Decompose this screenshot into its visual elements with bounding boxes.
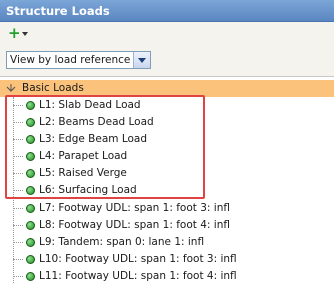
plus-icon: +: [8, 24, 21, 42]
chevron-down-icon[interactable]: [133, 52, 150, 68]
load-bullet-icon: [26, 221, 35, 230]
tree-item-label: L9: Tandem: span 0: lane 1: infl: [39, 236, 205, 248]
tree-item-label: L10: Footway UDL: span 1: foot 3: infl: [39, 253, 237, 265]
panel-title-bar: Structure Loads: [0, 0, 334, 22]
tree-item-label: L7: Footway UDL: span 1: foot 3: infl: [39, 202, 230, 214]
view-select-bar: View by load reference: [0, 46, 334, 76]
load-bullet-icon: [26, 255, 35, 264]
tree-item[interactable]: L8: Footway UDL: span 1: foot 4: infl: [0, 217, 334, 234]
collapse-icon[interactable]: [6, 84, 16, 94]
load-bullet-icon: [26, 204, 35, 213]
load-bullet-icon: [26, 272, 35, 281]
view-mode-value: View by load reference: [10, 54, 131, 66]
tree-group-label: Basic Loads: [22, 82, 84, 94]
tree-item-label: L11: Footway UDL: span 1: foot 4: infl: [39, 270, 237, 282]
load-bullet-icon: [26, 238, 35, 247]
dropdown-arrow-icon: [22, 32, 28, 36]
annotation-highlight-box: [5, 95, 205, 199]
tree-item[interactable]: L10: Footway UDL: span 1: foot 3: infl: [0, 251, 334, 268]
panel-title: Structure Loads: [6, 4, 110, 18]
add-load-button[interactable]: +: [6, 24, 32, 42]
tree-item[interactable]: L9: Tandem: span 0: lane 1: infl: [0, 234, 334, 251]
toolbar: +: [0, 22, 334, 46]
tree-item-label: L8: Footway UDL: span 1: foot 4: infl: [39, 219, 230, 231]
view-mode-select[interactable]: View by load reference: [6, 51, 151, 69]
tree-item[interactable]: L11: Footway UDL: span 1: foot 4: infl: [0, 268, 334, 285]
tree-item[interactable]: L7: Footway UDL: span 1: foot 3: infl: [0, 200, 334, 217]
